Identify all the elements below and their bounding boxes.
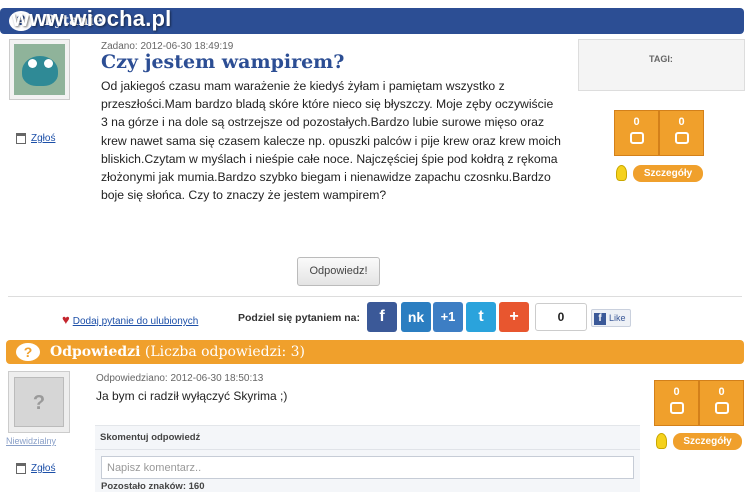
facebook-like-button[interactable]: f Like — [591, 309, 631, 327]
thumb-up-icon — [629, 132, 644, 144]
remaining-chars: Pozostało znaków: 160 — [101, 481, 205, 492]
answer-body: Ja bym ci radził wyłączyć Skyrima ;) — [96, 389, 288, 403]
share-label: Podziel się pytaniem na: — [238, 312, 360, 324]
answer-button[interactable]: Odpowiedz! — [297, 257, 380, 286]
nk-icon[interactable]: nk — [401, 302, 431, 332]
thumb-down-icon — [714, 402, 729, 414]
gplus-icon[interactable]: +1 — [433, 302, 463, 332]
answers-header-bar: ? Odpowiedzi (Liczba odpowiedzi: 3) — [6, 340, 744, 364]
add-to-favorites-link[interactable]: ♥ Dodaj pytanie do ulubionych — [62, 312, 198, 327]
comment-form: Skomentuj odpowiedź Pozostało znaków: 16… — [95, 425, 640, 492]
trash-icon — [16, 463, 26, 474]
vote-down-button[interactable]: 0 — [699, 380, 744, 426]
details-button[interactable]: Szczegóły — [633, 165, 703, 182]
answer-votes: 0 0 — [654, 380, 744, 426]
vote-up-button[interactable]: 0 — [654, 380, 699, 426]
answerer-avatar[interactable]: ? — [8, 371, 70, 433]
question-body: Od jakiegoś czasu mam warażenie że kiedy… — [101, 79, 561, 203]
placeholder-avatar-icon: ? — [14, 377, 64, 427]
trash-icon — [16, 133, 26, 144]
thumb-up-icon — [669, 402, 684, 414]
bulb-icon — [656, 433, 667, 449]
report-answer-link[interactable]: Zgłoś — [16, 463, 55, 474]
vote-down-button[interactable]: 0 — [659, 110, 704, 156]
comment-input[interactable] — [101, 456, 634, 479]
comment-header: Skomentuj odpowiedź — [100, 432, 201, 443]
author-avatar[interactable] — [9, 39, 70, 100]
facebook-icon: f — [594, 312, 606, 325]
details-button[interactable]: Szczegóły — [673, 433, 742, 450]
heart-icon: ♥ — [62, 312, 70, 327]
report-question-link[interactable]: Zgłoś — [16, 133, 55, 144]
vote-up-button[interactable]: 0 — [614, 110, 659, 156]
site-watermark: www.wiocha.pl — [12, 6, 172, 31]
answerer-username[interactable]: Niewidzialny — [6, 436, 56, 446]
question-votes: 0 0 — [614, 110, 704, 156]
plus-icon[interactable]: + — [499, 302, 529, 332]
share-counter: 0 — [535, 303, 587, 331]
answer-meta: Odpowiedziano: 2012-06-30 18:50:13 — [96, 373, 264, 384]
answers-title: Odpowiedzi (Liczba odpowiedzi: 3) — [50, 344, 305, 360]
question-title[interactable]: Czy jestem wampirem? — [101, 51, 344, 73]
divider — [8, 296, 742, 297]
facebook-icon[interactable]: f — [367, 302, 397, 332]
thumb-down-icon — [674, 132, 689, 144]
tags-box: TAGI: — [578, 39, 745, 91]
twitter-icon[interactable]: t — [466, 302, 496, 332]
bulb-icon — [616, 165, 627, 181]
tags-label: TAGI: — [649, 54, 673, 64]
question-icon: ? — [16, 343, 40, 361]
